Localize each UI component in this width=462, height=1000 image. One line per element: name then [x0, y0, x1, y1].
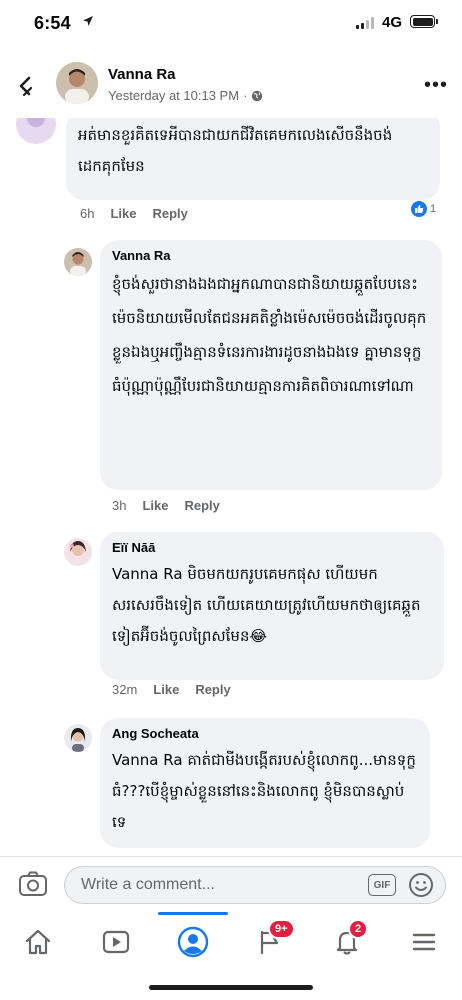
back-icon[interactable]: [14, 74, 38, 98]
author-name[interactable]: Vanna Ra: [108, 66, 176, 83]
tab-notifications[interactable]: 2: [327, 919, 369, 962]
comment-text: ខ្ញុំចង់សួរថានាងឯងជាអ្នកណាបានជានិយាយឆ្កួ…: [112, 275, 427, 395]
comment-author[interactable]: Ang Socheata: [112, 726, 418, 741]
profile-icon: [177, 926, 209, 958]
comment-author[interactable]: Vanna Ra: [112, 248, 430, 263]
like-button[interactable]: Like: [142, 498, 168, 513]
notification-badge: 9+: [268, 919, 295, 939]
status-bar: 6:54 4G: [0, 0, 462, 46]
gif-icon[interactable]: GIF: [368, 874, 396, 896]
status-time: 6:54: [34, 13, 71, 33]
comment-bubble: Vanna Ra ខ្ញុំចង់សួរថានាងឯងជាអ្នកណាបានជា…: [100, 240, 442, 490]
notification-badge: 2: [348, 919, 369, 939]
like-button[interactable]: Like: [110, 206, 136, 221]
tab-menu[interactable]: [404, 922, 444, 962]
comment-text: Vanna Ra គាត់ជាមីងបង្កើតរបស់ខ្ញុំលោកពូ..…: [112, 751, 416, 831]
author-avatar[interactable]: [56, 62, 98, 104]
comment-actions: 6h Like Reply: [80, 206, 188, 221]
comment-actions: 32m Like Reply: [112, 682, 231, 697]
comment-avatar[interactable]: [64, 724, 92, 752]
menu-icon: [412, 933, 436, 951]
comment-time: 32m: [112, 682, 138, 697]
camera-icon[interactable]: [18, 870, 48, 898]
reaction-summary[interactable]: 1: [410, 200, 436, 218]
reaction-count: 1: [430, 203, 437, 215]
location-arrow-icon: [82, 15, 94, 30]
comment-bubble: Eïï Nāā Vanna Ra មិចមកយករូបគេមកផុស ហើយមក…: [100, 532, 444, 680]
tab-pages[interactable]: 9+: [250, 919, 295, 962]
home-indicator: [149, 985, 313, 990]
reply-button[interactable]: Reply: [184, 498, 219, 513]
emoji-icon[interactable]: [408, 872, 434, 898]
comment-avatar[interactable]: [64, 248, 92, 276]
post-timestamp: Yesterday at 10:13 PM: [108, 88, 240, 103]
comment-time: 6h: [80, 206, 95, 221]
cellular-signal-icon: [356, 17, 374, 29]
post-header: Vanna Ra Yesterday at 10:13 PM · •••: [0, 50, 462, 120]
comment-bubble: អត់មានខួរគិតទេអីបានជាយកជីវិតគេមកលេងសើចនឹ…: [66, 118, 440, 200]
network-type: 4G: [382, 14, 403, 31]
comment-composer: GIF: [0, 856, 462, 912]
comment-thread: អត់មានខួរគិតទេអីបានជាយកជីវិតគេមកលេងសើចនឹ…: [0, 118, 462, 856]
comment-text: Vanna Ra មិចមកយករូបគេមកផុស ហើយមកសរសេរចឹង…: [112, 565, 421, 645]
more-options-icon[interactable]: •••: [424, 75, 448, 95]
reply-button[interactable]: Reply: [195, 682, 230, 697]
comment-avatar[interactable]: [16, 118, 56, 144]
like-button[interactable]: Like: [153, 682, 179, 697]
battery-icon: [410, 15, 438, 28]
meta-separator: ·: [243, 88, 248, 103]
tab-profile[interactable]: [173, 922, 213, 962]
reply-button[interactable]: Reply: [152, 206, 187, 221]
active-tab-indicator: [158, 912, 228, 915]
post-meta: Yesterday at 10:13 PM ·: [108, 88, 263, 103]
comment-avatar[interactable]: [64, 538, 92, 566]
comment-bubble: Ang Socheata Vanna Ra គាត់ជាមីងបង្កើតរបស…: [100, 718, 430, 848]
tab-watch[interactable]: [96, 922, 136, 962]
thumbs-up-icon: [410, 200, 428, 218]
home-icon: [25, 929, 51, 955]
watch-icon: [102, 930, 130, 954]
comment-time: 3h: [112, 498, 127, 513]
globe-icon: [252, 90, 263, 101]
tab-bar: 9+ 2: [0, 912, 462, 1000]
comment-author[interactable]: Eïï Nāā: [112, 540, 432, 555]
comment-text: អត់មានខួរគិតទេអីបានជាយកជីវិតគេមកលេងសើចនឹ…: [78, 126, 393, 175]
tab-home[interactable]: [18, 922, 58, 962]
comment-actions: 3h Like Reply: [112, 498, 220, 513]
